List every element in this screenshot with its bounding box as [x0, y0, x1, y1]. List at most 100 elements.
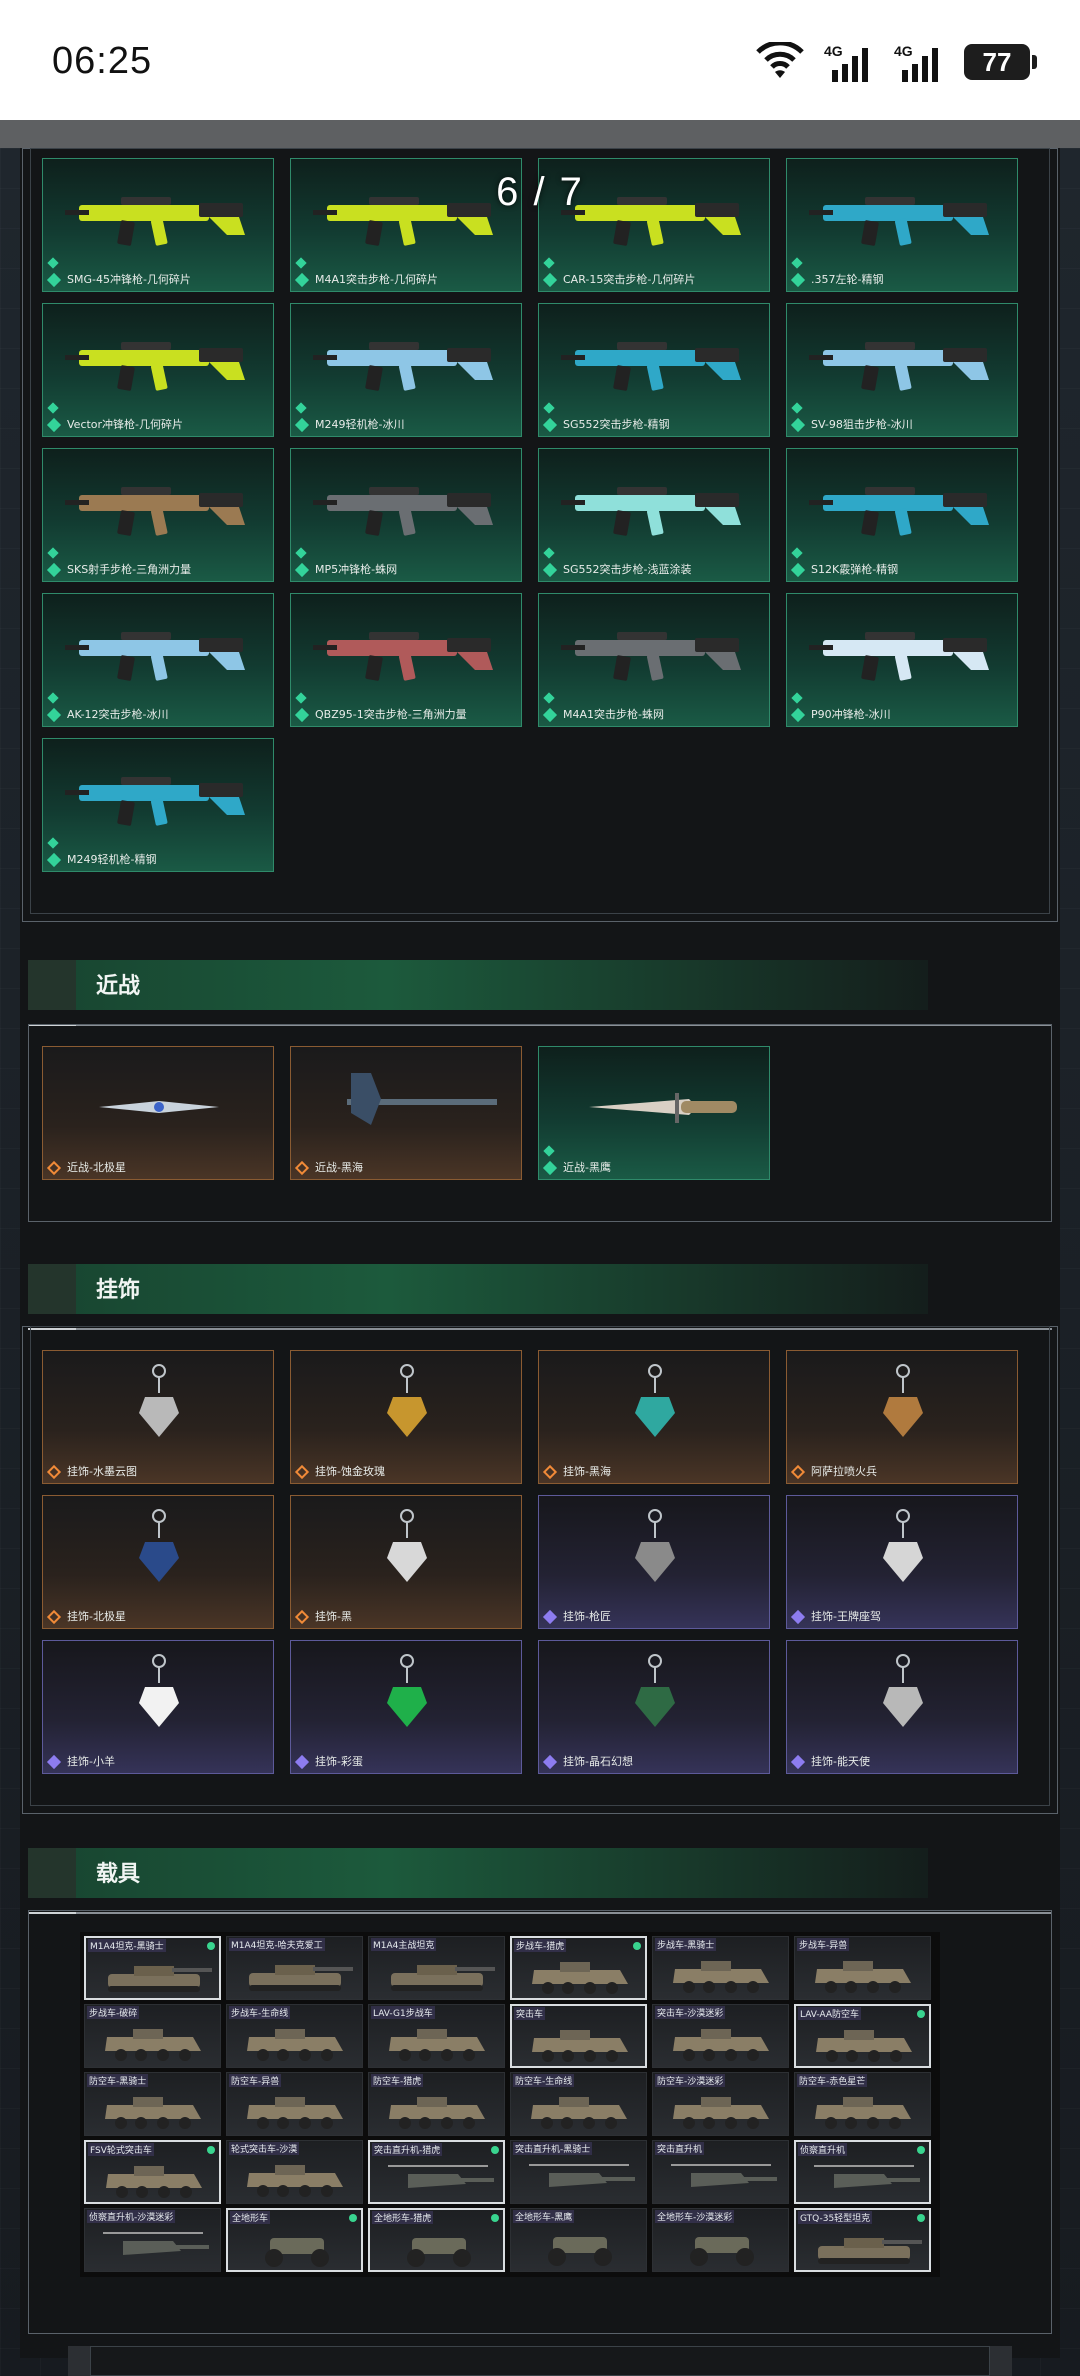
vehicle-tile[interactable]: 步战车-黑骑士: [652, 1936, 789, 2000]
vehicle-label: 全地形车-猎虎: [372, 2211, 434, 2224]
weapon-card[interactable]: P90冲锋枪-冰川: [786, 593, 1018, 727]
charm-card[interactable]: 挂饰-枪匠: [538, 1495, 770, 1629]
rarity-dot-icon: [791, 257, 803, 269]
vehicle-tile[interactable]: 步战车-生命线: [226, 2004, 363, 2068]
vehicle-tile[interactable]: 防空车-异兽: [226, 2072, 363, 2136]
vehicle-tile[interactable]: 防空车-赤色星芒: [794, 2072, 931, 2136]
vehicle-label: 突击车-沙漠迷彩: [655, 2006, 726, 2019]
weapon-image: [809, 342, 989, 391]
melee-image: [589, 1093, 737, 1123]
charm-label: 阿萨拉喷火兵: [811, 1465, 877, 1478]
vehicle-tile[interactable]: 侦察直升机: [794, 2140, 931, 2204]
vehicle-tile[interactable]: 步战车-猎虎: [510, 1936, 647, 2000]
weapon-card[interactable]: SKS射手步枪-三角洲力量: [42, 448, 274, 582]
rarity-dot-icon: [47, 547, 59, 559]
charm-card[interactable]: 挂饰-小羊: [42, 1640, 274, 1774]
weapon-label: S12K霰弹枪-精钢: [811, 563, 899, 576]
charm-card[interactable]: 挂饰-蚀金玫瑰: [290, 1350, 522, 1484]
vehicle-tile[interactable]: 全地形车-猎虎: [368, 2208, 505, 2272]
svg-text:4G: 4G: [824, 43, 843, 59]
rarity-dot-icon: [47, 837, 59, 849]
weapon-card[interactable]: SV-98狙击步枪-冰川: [786, 303, 1018, 437]
vehicle-tile[interactable]: 全地形车-黑鹰: [510, 2208, 647, 2272]
vehicle-tile[interactable]: 突击直升机-猎虎: [368, 2140, 505, 2204]
vehicle-tile[interactable]: 突击车: [510, 2004, 647, 2068]
weapon-card[interactable]: M4A1突击步枪-蛛网: [538, 593, 770, 727]
vehicle-label: 防空车-沙漠迷彩: [655, 2074, 726, 2087]
vehicle-tile[interactable]: 全地形车: [226, 2208, 363, 2272]
vehicle-tile[interactable]: M1A4坦克-哈夫克爱工: [226, 1936, 363, 2000]
vehicle-tile[interactable]: 防空车-生命线: [510, 2072, 647, 2136]
vehicle-tile[interactable]: M1A4主战坦克: [368, 1936, 505, 2000]
melee-label: 近战-黑鹰: [563, 1161, 611, 1174]
melee-card[interactable]: 近战-北极星: [42, 1046, 274, 1180]
melee-header-bar: [28, 960, 928, 1010]
vehicle-label: 轮式突击车-沙漠: [229, 2142, 300, 2155]
vehicle-tile[interactable]: M1A4坦克-黑骑士: [84, 1936, 221, 2000]
weapon-card[interactable]: M249轻机枪-精钢: [42, 738, 274, 872]
charm-card[interactable]: 挂饰-水墨云图: [42, 1350, 274, 1484]
weapon-card[interactable]: Vector冲锋枪-几何碎片: [42, 303, 274, 437]
vehicle-tile[interactable]: 防空车-猎虎: [368, 2072, 505, 2136]
weapon-card[interactable]: SG552突击步枪-精钢: [538, 303, 770, 437]
vehicle-image: [105, 2097, 201, 2129]
vehicle-tile[interactable]: GTQ-35轻型坦克: [794, 2208, 931, 2272]
charm-label: 挂饰-晶石幻想: [563, 1755, 633, 1768]
vehicle-tile[interactable]: 步战车-破碎: [84, 2004, 221, 2068]
rarity-diamond-icon: [542, 1160, 558, 1176]
vehicle-tile[interactable]: LAV-AA防空车: [794, 2004, 931, 2068]
vehicles-header-bar: [28, 1848, 928, 1898]
charm-card[interactable]: 挂饰-彩蛋: [290, 1640, 522, 1774]
weapon-card[interactable]: S12K霰弹枪-精钢: [786, 448, 1018, 582]
vehicle-tile[interactable]: 防空车-黑骑士: [84, 2072, 221, 2136]
vehicle-image: [247, 2165, 343, 2197]
vehicle-label: 步战车-破碎: [87, 2006, 140, 2019]
weapon-label: M249轻机枪-精钢: [67, 853, 157, 866]
rarity-diamond-icon: [542, 272, 558, 288]
vehicle-tile[interactable]: 突击直升机: [652, 2140, 789, 2204]
melee-image: [99, 1101, 219, 1113]
vehicle-tile[interactable]: 侦察直升机-沙漠迷彩: [84, 2208, 221, 2272]
charms-header-bar: [28, 1264, 928, 1314]
rarity-diamond-icon: [790, 1609, 806, 1625]
vehicle-tile[interactable]: 防空车-沙漠迷彩: [652, 2072, 789, 2136]
wifi-icon: [756, 42, 804, 78]
vehicle-tile[interactable]: 突击车-沙漠迷彩: [652, 2004, 789, 2068]
weapon-card[interactable]: M249轻机枪-冰川: [290, 303, 522, 437]
weapon-card[interactable]: MP5冲锋枪-蛛网: [290, 448, 522, 582]
melee-card[interactable]: 近战-黑海: [290, 1046, 522, 1180]
charm-card[interactable]: 挂饰-能天使: [786, 1640, 1018, 1774]
vehicle-image: [673, 2029, 769, 2061]
weapon-label: .357左轮-精钢: [811, 273, 884, 286]
charm-card[interactable]: 挂饰-黑海: [538, 1350, 770, 1484]
vehicle-tile[interactable]: 轮式突击车-沙漠: [226, 2140, 363, 2204]
vehicle-label: FSV轮式突击车: [88, 2143, 154, 2156]
charm-card[interactable]: 挂饰-北极星: [42, 1495, 274, 1629]
vehicle-tile[interactable]: 突击直升机-黑骑士: [510, 2140, 647, 2204]
weapon-card[interactable]: AK-12突击步枪-冰川: [42, 593, 274, 727]
weapon-label: P90冲锋枪-冰川: [811, 708, 891, 721]
charm-image: [387, 1364, 427, 1437]
vehicle-tile[interactable]: 步战车-异兽: [794, 1936, 931, 2000]
weapon-image: [313, 487, 493, 536]
weapon-label: M249轻机枪-冰川: [315, 418, 405, 431]
rarity-diamond-icon: [46, 1464, 62, 1480]
weapon-card[interactable]: SG552突击步枪-浅蓝涂装: [538, 448, 770, 582]
charm-card[interactable]: 挂饰-黑: [290, 1495, 522, 1629]
owned-dot-icon: [491, 2214, 499, 2222]
melee-card[interactable]: 近战-黑鹰: [538, 1046, 770, 1180]
weapon-label: SG552突击步枪-浅蓝涂装: [563, 563, 692, 576]
rarity-dot-icon: [295, 547, 307, 559]
vehicle-tile[interactable]: LAV-G1步战车: [368, 2004, 505, 2068]
charm-card[interactable]: 挂饰-王牌座驾: [786, 1495, 1018, 1629]
weapon-image: [809, 632, 989, 681]
owned-dot-icon: [917, 2214, 925, 2222]
charm-card[interactable]: 阿萨拉喷火兵: [786, 1350, 1018, 1484]
vehicle-tile[interactable]: 全地形车-沙漠迷彩: [652, 2208, 789, 2272]
charm-card[interactable]: 挂饰-晶石幻想: [538, 1640, 770, 1774]
weapon-card[interactable]: QBZ95-1突击步枪-三角洲力量: [290, 593, 522, 727]
charm-image: [139, 1364, 179, 1437]
vehicle-grid: M1A4坦克-黑骑士 M1A4坦克-哈夫克爱工 M1A4主战坦克 步战车-猎虎 步战车-…: [80, 1932, 940, 2277]
weapon-image: [65, 342, 245, 391]
vehicle-tile[interactable]: FSV轮式突击车: [84, 2140, 221, 2204]
